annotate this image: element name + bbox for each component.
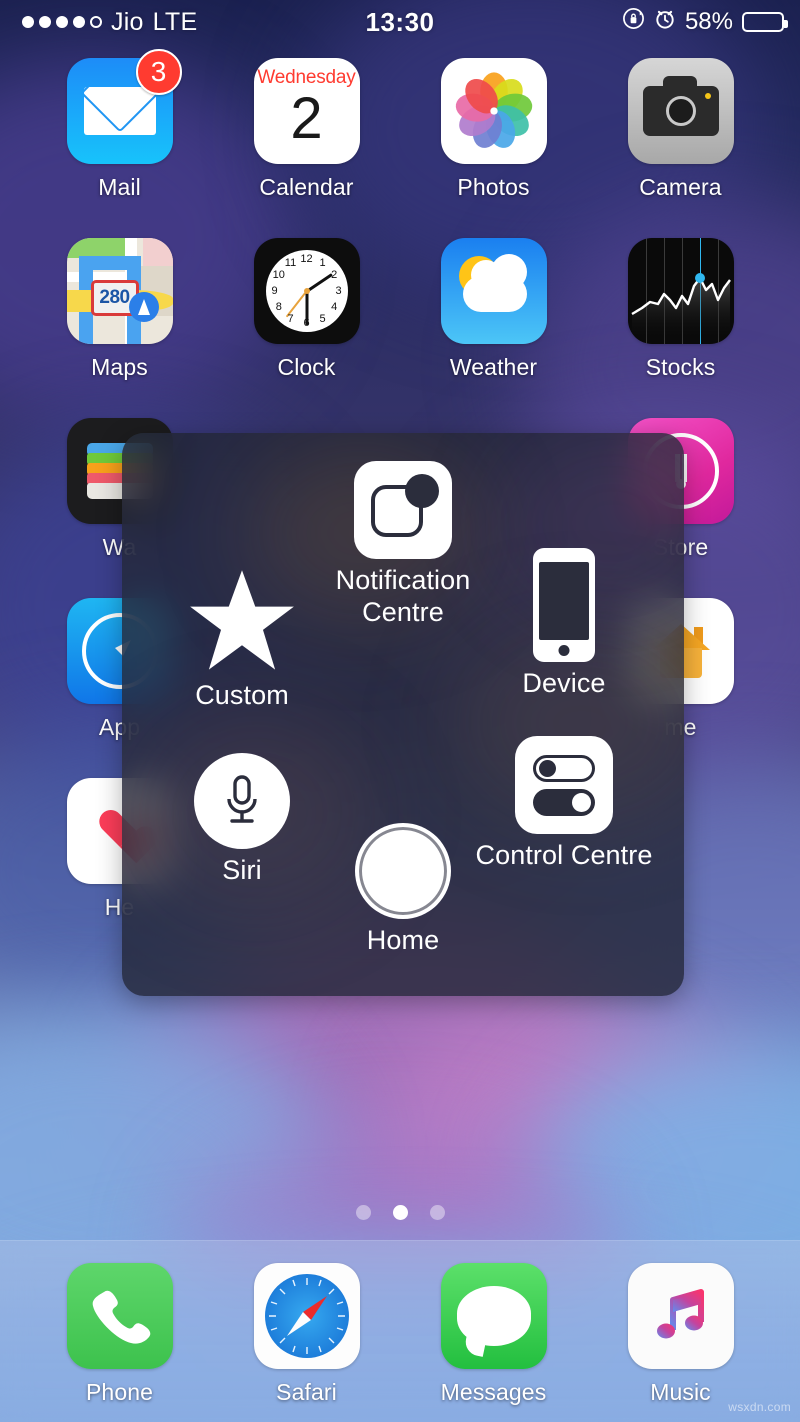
battery-icon — [742, 12, 788, 32]
clock-numeral: 8 — [275, 301, 282, 313]
clock-icon: 12 1 2 3 4 5 6 7 8 9 10 11 — [253, 238, 360, 344]
music-note-icon — [627, 1263, 734, 1369]
clock-numeral: 3 — [335, 285, 342, 297]
status-bar-clock: 13:30 — [365, 6, 435, 37]
dock-app-messages[interactable]: Messages — [400, 1263, 587, 1406]
clock-numeral: 5 — [319, 312, 326, 325]
assistive-item-device[interactable]: Device — [474, 548, 654, 700]
assistive-item-label: Control Centre — [475, 840, 653, 870]
messages-bubble-icon — [440, 1263, 547, 1369]
app-icon-maps[interactable]: 280 Maps — [26, 238, 213, 381]
status-bar: Jio LTE 13:30 58% — [0, 0, 800, 44]
clock-numeral: 9 — [271, 285, 278, 297]
app-label: Weather — [449, 354, 538, 380]
clock-numeral: 6 — [303, 317, 310, 329]
dock-app-label: Music — [650, 1379, 711, 1405]
page-dot[interactable] — [429, 1205, 445, 1220]
dock-app-label: Phone — [85, 1379, 153, 1405]
dock-app-safari[interactable]: Safari — [213, 1263, 400, 1406]
star-icon — [186, 568, 298, 674]
app-label: Camera — [639, 174, 722, 200]
clock-numeral: 7 — [287, 312, 294, 325]
microphone-icon — [194, 753, 290, 849]
app-label: Calendar — [259, 174, 354, 200]
phone-handset-icon — [66, 1263, 173, 1369]
maps-shield-number: 280 — [99, 287, 130, 308]
home-button-icon — [355, 823, 451, 919]
dock-app-label: Messages — [440, 1379, 547, 1405]
maps-icon: 280 — [66, 238, 173, 344]
page-dot[interactable] — [355, 1205, 371, 1220]
camera-icon — [627, 58, 734, 164]
clock-numeral: 4 — [331, 301, 338, 313]
weather-icon — [440, 238, 547, 344]
assistive-item-siri[interactable]: Siri — [152, 753, 332, 887]
assistive-touch-menu[interactable]: Notification Centre Custom Device Siri C… — [122, 433, 684, 996]
app-label: Stocks — [645, 354, 716, 380]
assistive-item-home[interactable]: Home — [313, 823, 493, 957]
assistive-item-control-centre[interactable]: Control Centre — [474, 736, 654, 872]
safari-compass-icon — [253, 1263, 360, 1369]
page-dot-active[interactable] — [392, 1205, 408, 1220]
app-label: Mail — [98, 174, 141, 200]
app-icon-calendar[interactable]: Wednesday 2 Calendar — [213, 58, 400, 201]
clock-numeral: 10 — [272, 269, 285, 281]
app-icon-weather[interactable]: Weather — [400, 238, 587, 381]
dock: Phone Safari Messages Music — [0, 1240, 800, 1422]
app-label: Maps — [91, 354, 148, 380]
watermark: wsxdn.com — [728, 1400, 791, 1414]
dock-app-music[interactable]: Music — [587, 1263, 774, 1406]
clock-numeral: 12 — [300, 253, 313, 265]
assistive-item-label: Home — [366, 925, 440, 955]
calendar-day-number: 2 — [290, 86, 323, 151]
device-phone-icon — [533, 548, 595, 662]
app-icon-photos[interactable]: Photos — [400, 58, 587, 201]
app-icon-stocks[interactable]: Stocks — [587, 238, 774, 381]
app-icon-mail[interactable]: 3 Mail — [26, 49, 213, 201]
photos-icon — [440, 58, 547, 164]
assistive-item-custom[interactable]: Custom — [152, 568, 332, 712]
stocks-icon — [627, 238, 734, 344]
clock-numeral: 11 — [284, 257, 297, 270]
assistive-item-label: Custom — [195, 680, 289, 710]
calendar-icon: Wednesday 2 — [253, 58, 360, 164]
app-icon-camera[interactable]: Camera — [587, 58, 774, 201]
control-centre-toggles-icon — [515, 736, 613, 834]
assistive-item-label: Notification Centre — [335, 565, 471, 627]
dock-app-label: Safari — [276, 1379, 337, 1405]
page-indicator[interactable] — [0, 1205, 800, 1220]
mail-badge: 3 — [135, 49, 182, 95]
assistive-item-notification-centre[interactable]: Notification Centre — [313, 461, 493, 629]
notification-centre-icon — [354, 461, 452, 559]
clock-numeral: 1 — [319, 257, 326, 270]
dock-app-phone[interactable]: Phone — [26, 1263, 213, 1406]
clock-numeral: 2 — [331, 269, 338, 281]
app-label: Clock — [277, 354, 336, 380]
assistive-item-label: Siri — [222, 855, 262, 885]
app-icon-clock[interactable]: 12 1 2 3 4 5 6 7 8 9 10 11 Clock — [213, 238, 400, 381]
app-label: Photos — [457, 174, 530, 200]
assistive-item-label: Device — [522, 668, 606, 698]
